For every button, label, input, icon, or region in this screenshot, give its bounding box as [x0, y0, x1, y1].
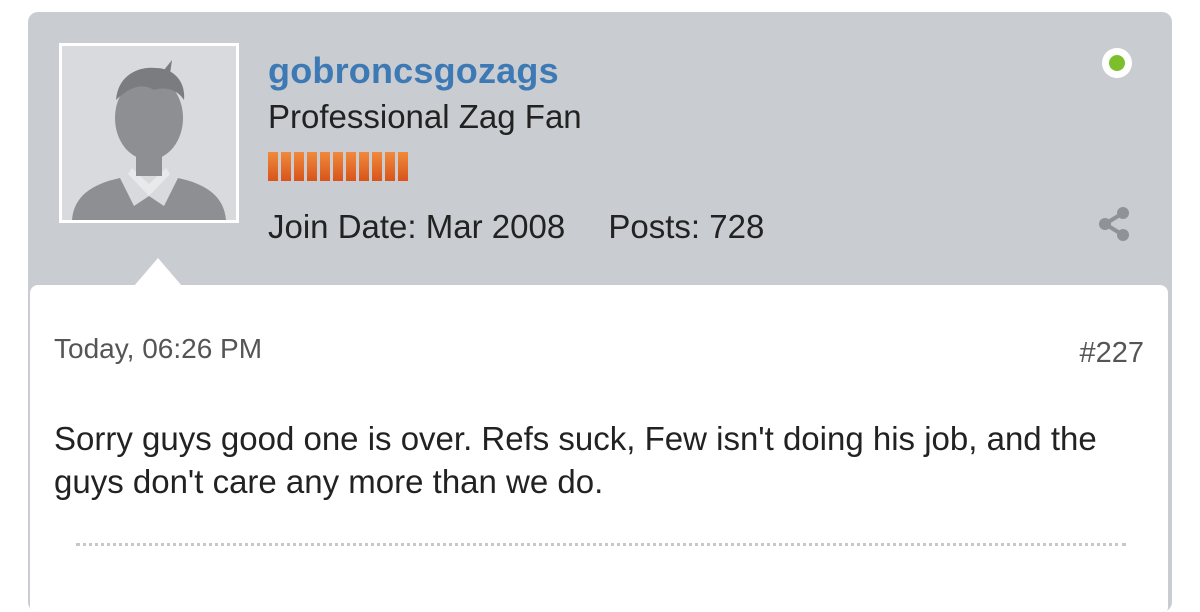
post-number-link[interactable]: #227	[1079, 337, 1144, 370]
reputation-pip	[359, 152, 369, 181]
online-status-icon	[1102, 48, 1132, 78]
reputation-pip	[320, 152, 330, 181]
reputation-pip	[346, 152, 356, 181]
avatar[interactable]	[59, 43, 239, 223]
posts-label: Posts:	[608, 208, 701, 245]
avatar-placeholder-icon	[62, 46, 236, 220]
join-date-value: Mar 2008	[425, 208, 566, 245]
join-date-label: Join Date:	[268, 208, 417, 245]
posts-count: 728	[709, 208, 765, 245]
reputation-pip	[307, 152, 317, 181]
reputation-pip	[281, 152, 291, 181]
reputation-pip	[333, 152, 343, 181]
reputation-pip	[385, 152, 395, 181]
reputation-bar	[268, 152, 408, 181]
divider	[76, 543, 1126, 546]
reputation-pip	[398, 152, 408, 181]
content-pointer	[134, 258, 182, 286]
reputation-pip	[372, 152, 382, 181]
post-timestamp: Today, 06:26 PM	[54, 333, 263, 364]
reputation-pip	[268, 152, 278, 181]
share-icon[interactable]	[1094, 204, 1134, 244]
user-meta: Join Date: Mar 2008 Posts: 728	[268, 208, 764, 246]
user-title: Professional Zag Fan	[268, 98, 582, 135]
post-content: Today, 06:26 PM #227 Sorry guys good one…	[30, 285, 1168, 612]
post-message: Sorry guys good one is over. Refs suck, …	[54, 420, 1097, 500]
username-link[interactable]: gobroncsgozags	[268, 50, 559, 92]
reputation-pip	[294, 152, 304, 181]
forum-post: gobroncsgozags Professional Zag Fan Join…	[28, 12, 1172, 612]
